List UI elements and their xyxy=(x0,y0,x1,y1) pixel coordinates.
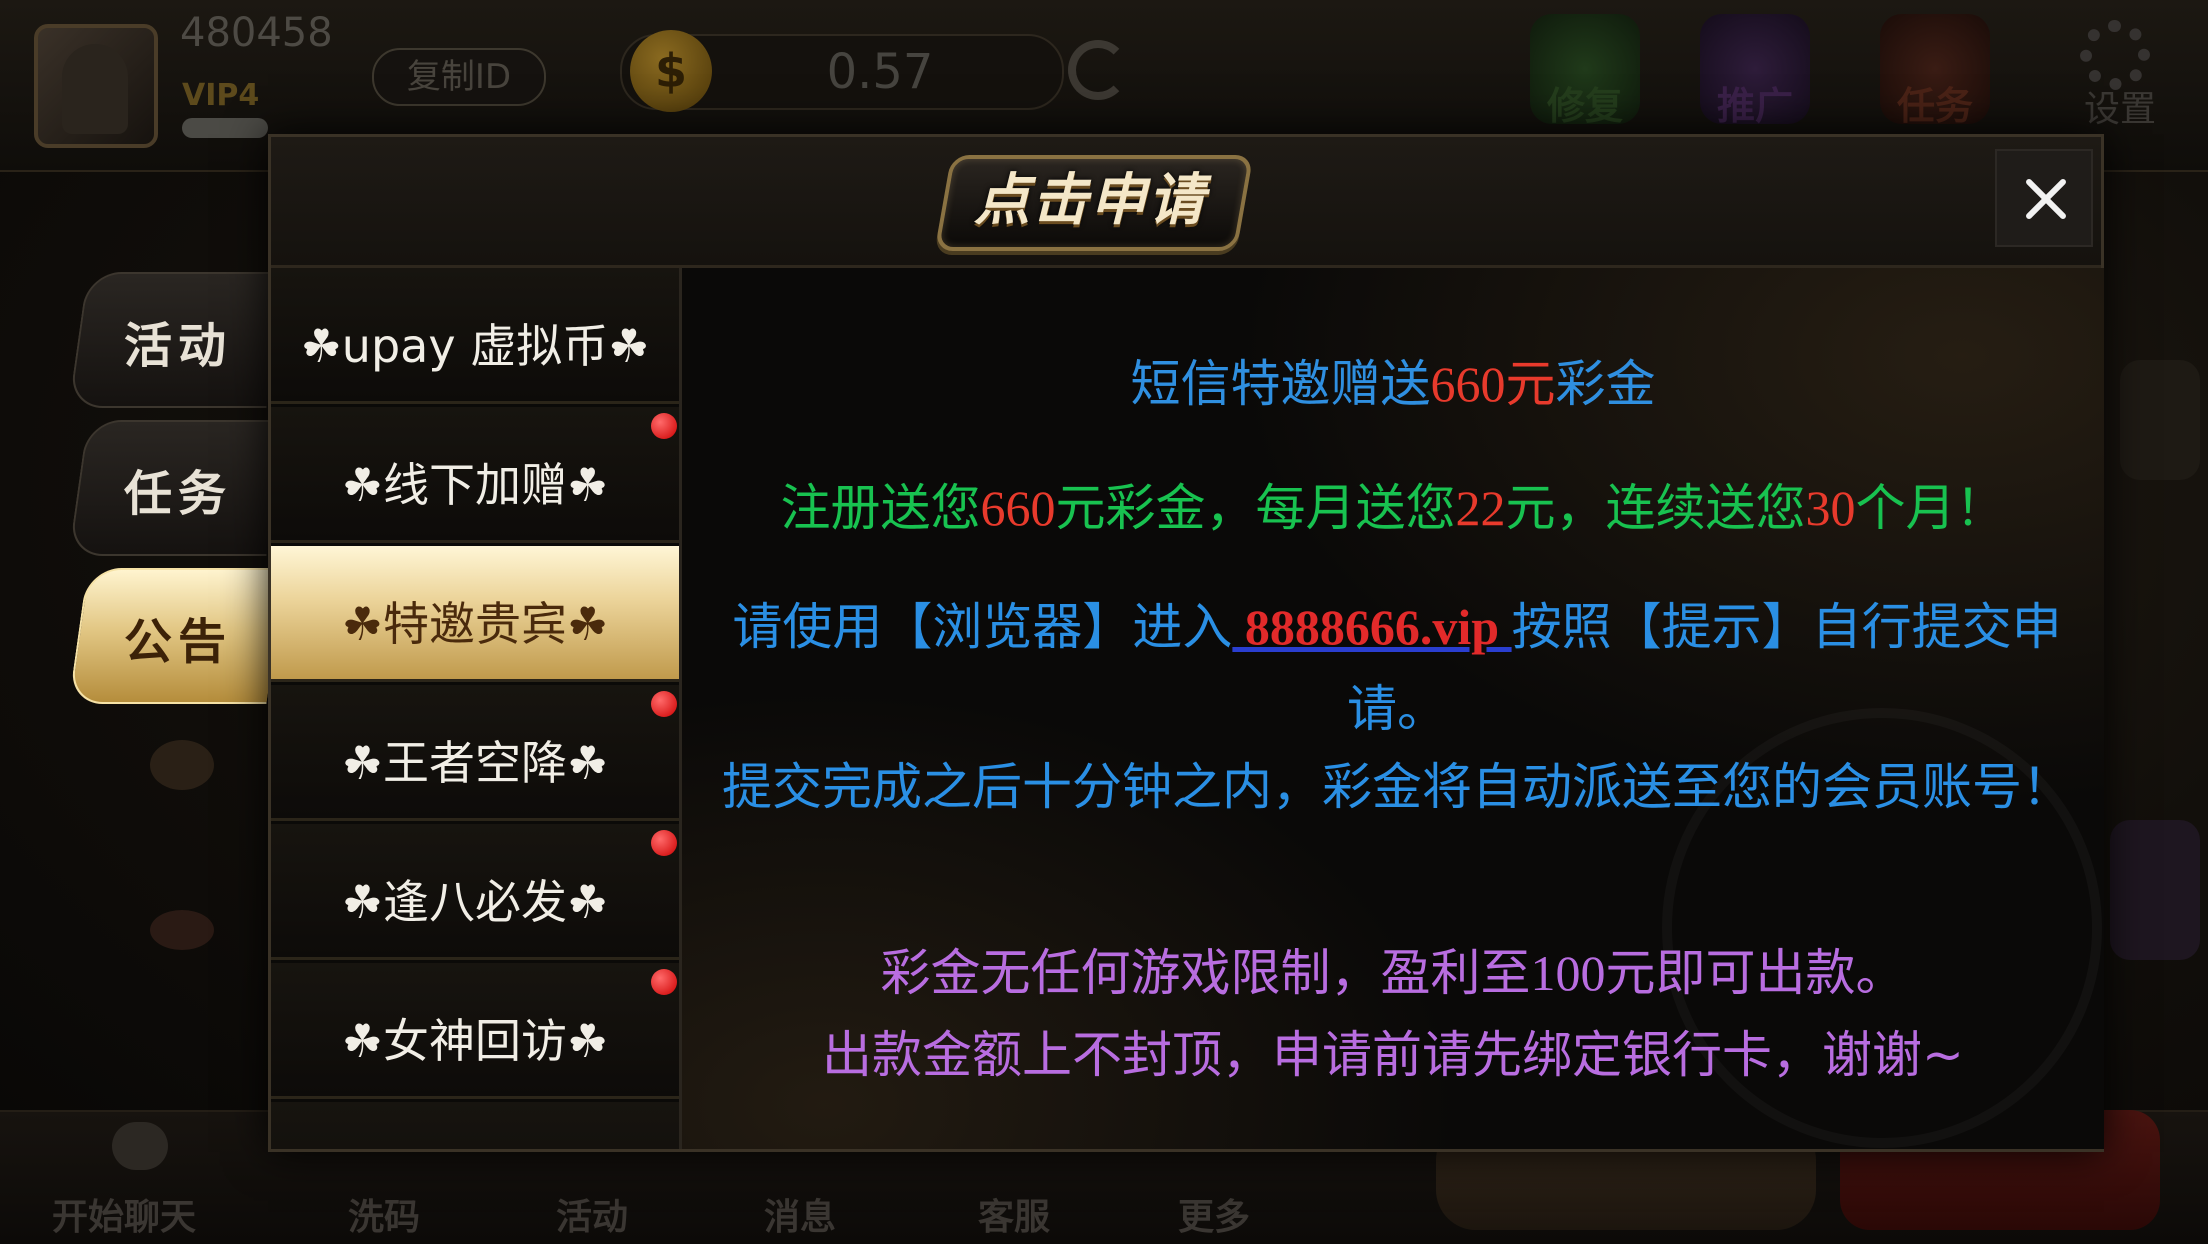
game-thumbnail xyxy=(2120,360,2200,480)
list-item-label: ☘逢八必发☘ xyxy=(341,875,609,929)
monthly-amount: 22 xyxy=(1455,480,1506,536)
site-link[interactable]: 8888666.vip xyxy=(1232,599,1511,655)
note-text: 元即可出款。 xyxy=(1605,944,1906,1002)
list-item-offline-bonus[interactable]: ☘线下加赠☘ xyxy=(271,407,679,543)
tab-activity-label: 活动 xyxy=(123,318,232,374)
user-id: 480458 xyxy=(180,10,333,56)
promotion-button[interactable]: 推广 xyxy=(1700,14,1810,128)
announcement-content: 短信特邀赠送660元彩金 注册送您660元彩金，每月送您22元，连续送您30个月… xyxy=(682,268,2104,1149)
nav-messages[interactable]: 消息 xyxy=(764,1188,836,1240)
coin-icon: $ xyxy=(630,30,712,112)
delivery-text: 提交完成之后十分钟之内，彩金将自动派送至您的会员账号！ xyxy=(722,758,2072,816)
nav-rebate[interactable]: 洗码 xyxy=(348,1188,420,1240)
list-item-goddess-revisit[interactable]: ☘女神回访☘ xyxy=(271,963,679,1099)
chat-icon[interactable] xyxy=(112,1122,168,1170)
list-item-lucky-eight[interactable]: ☘逢八必发☘ xyxy=(271,824,679,960)
nav-support[interactable]: 客服 xyxy=(978,1188,1050,1240)
notification-dot xyxy=(651,969,677,995)
game-thumbnail xyxy=(150,740,214,790)
note-text-line2: 出款金额上不封顶，申请前请先绑定银行卡，谢谢~ xyxy=(822,1026,1964,1084)
tab-tasks-label: 任务 xyxy=(123,466,232,522)
notification-dot xyxy=(651,691,677,717)
tab-announcements-label: 公告 xyxy=(123,614,232,670)
repair-button[interactable]: 修复 xyxy=(1530,14,1640,128)
bonus-text: 个月！ xyxy=(1855,479,2006,537)
refresh-icon[interactable] xyxy=(1068,40,1128,100)
repair-label: 修复 xyxy=(1546,84,1623,128)
avatar[interactable] xyxy=(34,24,158,148)
task-label: 任务 xyxy=(1896,84,1973,128)
settings-label: 设置 xyxy=(2083,89,2156,130)
list-item-partial[interactable] xyxy=(271,1102,679,1149)
list-item-label: ☘线下加赠☘ xyxy=(341,458,609,512)
close-button[interactable] xyxy=(1995,149,2093,247)
notification-dot xyxy=(651,830,677,856)
bonus-text: 元，连续送您 xyxy=(1505,479,1806,537)
announcement-list: ☘upay 虚拟币☘ ☘线下加赠☘ ☘特邀贵宾☘ ☘王者空降☘ ☘逢八必发☘ ☘… xyxy=(271,268,682,1149)
instruction-text: 请使用【浏览器】进入 8888666.vip 按照【提示】自行提交申请。 xyxy=(702,586,2092,750)
balance-value: 0.57 xyxy=(826,44,934,100)
game-thumbnail xyxy=(150,910,214,950)
task-button[interactable]: 任务 xyxy=(1880,14,1990,128)
heading-text: 短信特邀赠送 xyxy=(1130,355,1431,413)
modal-header: 点击申请 xyxy=(271,137,2101,268)
list-item-upay[interactable]: ☘upay 虚拟币☘ xyxy=(271,268,679,404)
list-item-king-drop[interactable]: ☘王者空降☘ xyxy=(271,685,679,821)
modal-title: 点击申请 xyxy=(974,168,1206,233)
bonus-text: 注册送您 xyxy=(780,479,981,537)
month-count: 30 xyxy=(1805,480,1856,536)
bonus-text: 元彩金，每月送您 xyxy=(1055,479,1456,537)
notification-dot xyxy=(651,413,677,439)
nav-activity[interactable]: 活动 xyxy=(556,1188,628,1240)
list-item-label: ☘女神回访☘ xyxy=(341,1014,609,1068)
bonus-amount: 660 xyxy=(980,480,1056,536)
instruction-part: 请使用【浏览器】进入 xyxy=(732,598,1233,656)
heading-amount: 660元 xyxy=(1430,356,1556,412)
avatar-image xyxy=(62,44,128,134)
nav-start-chat[interactable]: 开始聊天 xyxy=(52,1188,196,1240)
withdraw-note: 彩金无任何游戏限制，盈利至100元即可出款。出款金额上不封顶，申请前请先绑定银行… xyxy=(682,932,2104,1096)
list-item-label: ☘特邀贵宾☘ xyxy=(341,597,609,651)
withdraw-threshold: 100 xyxy=(1530,945,1606,1001)
note-text: 彩金无任何游戏限制，盈利至 xyxy=(880,944,1531,1002)
announcement-heading: 短信特邀赠送660元彩金 xyxy=(682,344,2104,416)
vip-level: VIP4 xyxy=(182,78,260,113)
promotion-label: 推广 xyxy=(1716,84,1793,128)
heading-text-end: 彩金 xyxy=(1555,355,1656,413)
list-item-label: ☘upay 虚拟币☘ xyxy=(300,319,650,373)
list-item-vip-guest[interactable]: ☘特邀贵宾☘ xyxy=(271,546,679,682)
announcement-modal: 点击申请 ☘upay 虚拟币☘ ☘线下加赠☘ ☘特邀贵宾☘ ☘王者空降☘ ☘逢八… xyxy=(268,134,2104,1152)
copy-id-button[interactable]: 复制ID xyxy=(372,48,546,106)
list-item-label: ☘王者空降☘ xyxy=(341,736,609,790)
nav-more[interactable]: 更多 xyxy=(1178,1188,1250,1240)
vip-progress-bar xyxy=(182,118,268,138)
game-thumbnail xyxy=(2110,820,2200,960)
bonus-summary: 注册送您660元彩金，每月送您22元，连续送您30个月！ xyxy=(682,468,2104,540)
